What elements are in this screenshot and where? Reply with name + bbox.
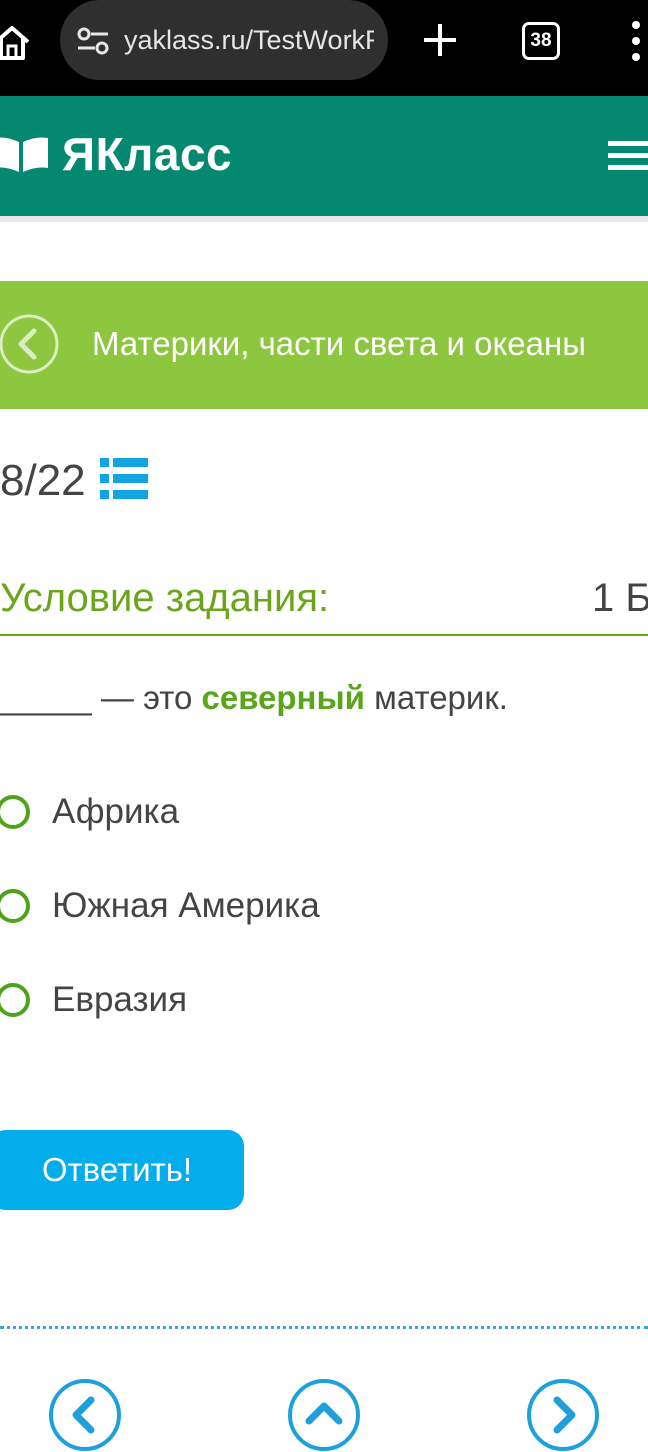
option-label[interactable]: Южная Америка — [52, 884, 320, 928]
question-part: материк. — [364, 679, 508, 716]
back-arrow-icon[interactable] — [0, 313, 60, 375]
footer-divider — [0, 1326, 648, 1329]
task-divider — [0, 634, 648, 636]
scroll-up-icon[interactable] — [287, 1378, 361, 1452]
home-icon[interactable] — [0, 20, 34, 64]
option-label[interactable]: Африка — [52, 790, 179, 834]
radio-button[interactable] — [0, 889, 30, 923]
book-logo-icon[interactable] — [0, 136, 50, 174]
topic-title: Материки, части света и океаны — [92, 325, 586, 362]
submit-answer-button[interactable]: Ответить! — [0, 1130, 244, 1210]
question-blank: _____ — [0, 679, 92, 716]
previous-task-icon[interactable] — [48, 1378, 122, 1452]
option-label[interactable]: Евразия — [52, 978, 187, 1022]
hamburger-menu-icon[interactable] — [606, 138, 648, 174]
browser-toolbar: yaklass.ru/TestWorkRun 38 — [0, 0, 648, 96]
address-bar[interactable]: yaklass.ru/TestWorkRun — [60, 0, 388, 80]
task-points: 1 Б. — [592, 576, 648, 620]
task-condition-heading: Условие задания: — [0, 576, 330, 620]
next-task-icon[interactable] — [526, 1378, 600, 1452]
question-text: _____ — это северный материк. — [0, 674, 508, 722]
tab-switcher-button[interactable]: 38 — [522, 22, 560, 60]
new-tab-icon[interactable] — [418, 18, 462, 62]
radio-button[interactable] — [0, 983, 30, 1017]
header-divider — [0, 216, 648, 222]
url-text[interactable]: yaklass.ru/TestWorkRun — [124, 22, 374, 58]
radio-button[interactable] — [0, 795, 30, 829]
question-highlight: северный — [201, 679, 365, 716]
task-list-icon[interactable] — [100, 458, 148, 500]
task-progress: 8/22 — [0, 456, 86, 505]
more-options-icon[interactable] — [626, 18, 646, 64]
topic-banner: Материки, части света и океаны — [0, 281, 648, 409]
question-part: — это — [91, 679, 202, 716]
site-info-icon[interactable] — [76, 24, 110, 58]
site-logo[interactable]: ЯКласс — [62, 126, 232, 182]
site-header: ЯКласс — [0, 96, 648, 216]
